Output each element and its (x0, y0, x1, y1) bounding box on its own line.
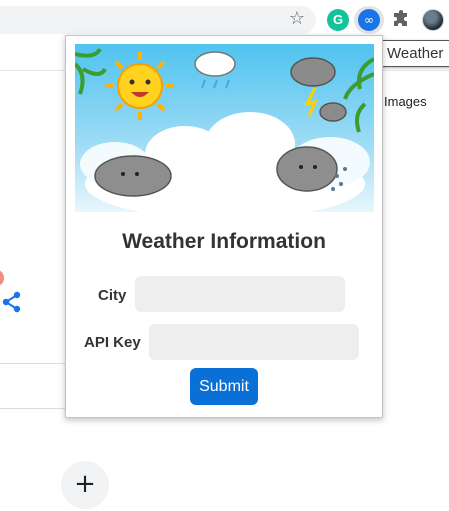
partial-search-box[interactable] (0, 363, 70, 409)
api-key-label: API Key (84, 334, 141, 351)
images-link[interactable]: Images (384, 94, 427, 109)
bookmark-star-icon[interactable]: ☆ (287, 9, 307, 29)
extensions-puzzle-icon[interactable] (391, 9, 411, 29)
city-input[interactable] (135, 276, 345, 312)
screen: ☆ G ∞ Weather Images + Weather Informati… (0, 0, 449, 511)
profile-avatar[interactable] (422, 9, 444, 31)
address-bar[interactable] (0, 6, 316, 34)
api-key-input[interactable] (149, 324, 359, 360)
weather-extension-icon[interactable]: ∞ (358, 9, 380, 31)
extension-tooltip: Weather (378, 40, 449, 67)
submit-button[interactable]: Submit (190, 368, 258, 405)
grammarly-extension-icon[interactable]: G (327, 9, 349, 31)
browser-toolbar: ☆ G ∞ (0, 0, 449, 40)
weather-banner-image (75, 44, 374, 212)
popup-title: Weather Information (122, 230, 326, 253)
share-icon[interactable] (0, 290, 24, 314)
add-shortcut-button[interactable]: + (61, 461, 109, 509)
grey-cloud-left-graphic (94, 155, 172, 197)
city-label: City (98, 287, 127, 304)
partial-avatar-image (0, 270, 4, 286)
weather-popup: Weather Information City API Key Submit (65, 35, 383, 418)
